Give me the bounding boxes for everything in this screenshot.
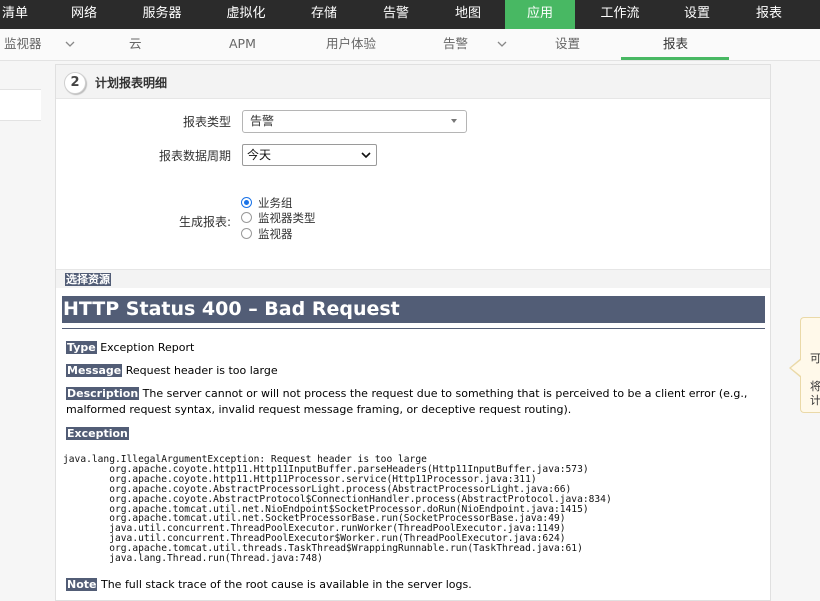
message-text: Request header is too large [125, 364, 278, 377]
tooltip-text-1: 可 [810, 352, 820, 365]
description-label: Description [66, 387, 140, 400]
help-tooltip[interactable]: 可 将 计 [789, 317, 820, 413]
radio-monitor-type[interactable]: 监视器类型 [241, 211, 316, 225]
exception-label: Exception [66, 427, 129, 440]
choose-resources-title: 选择资源 [65, 273, 111, 286]
dropdown-arrow-icon [451, 119, 457, 123]
tooltip-pointer-inner [791, 360, 801, 376]
subnav-item-alarms[interactable]: 告警 [443, 29, 468, 60]
chevron-down-icon[interactable] [495, 37, 509, 51]
radio-unchecked-icon[interactable] [241, 228, 252, 239]
nav-item-reports[interactable]: 报表 [743, 0, 795, 29]
step-number-badge: 2 [64, 72, 86, 94]
note-text: The full stack trace of the root cause i… [100, 578, 472, 591]
generate-report-label: 生成报表: [178, 215, 231, 229]
error-title: HTTP Status 400 – Bad Request [62, 296, 765, 323]
section-header: 2 计划报表明细 [56, 65, 770, 99]
tooltip-text-3: 计 [810, 394, 820, 407]
stack-trace: java.lang.IllegalArgumentException: Requ… [63, 454, 612, 565]
nav-item-virtualization[interactable]: 虚拟化 [216, 0, 276, 29]
nav-item-alarms[interactable]: 告警 [370, 0, 422, 29]
period-value: 今天 [247, 148, 272, 162]
report-type-label: 报表类型 [182, 115, 231, 129]
chevron-down-icon[interactable] [63, 37, 77, 51]
radio-monitor[interactable]: 监视器 [241, 227, 293, 241]
nav-item-settings[interactable]: 设置 [671, 0, 723, 29]
note-label: Note [66, 578, 98, 591]
error-type: Type Exception Report [66, 340, 756, 356]
error-note: Note The full stack trace of the root ca… [66, 577, 756, 593]
error-description: Description The server cannot or will no… [66, 386, 756, 418]
nav-item-inventory[interactable]: 清单 [0, 0, 36, 29]
subnav-item-settings[interactable]: 设置 [555, 29, 580, 60]
choose-resources-header: 选择资源 [56, 269, 770, 288]
error-exception: Exception [66, 426, 756, 442]
schedule-report-panel: 2 计划报表明细 报表类型 告警 报表数据周期 今天 生成报表: 业务组 监视器… [55, 64, 771, 601]
description-text: The server cannot or will not process th… [66, 387, 748, 416]
type-text: Exception Report [100, 341, 195, 354]
report-type-value: 告警 [250, 114, 275, 128]
radio-label: 业务组 [258, 196, 293, 210]
active-tab-indicator [621, 57, 729, 60]
report-type-select[interactable]: 告警 [242, 110, 467, 133]
radio-business-group[interactable]: 业务组 [241, 196, 293, 210]
error-message: Message Request header is too large [66, 363, 756, 379]
type-label: Type [66, 341, 97, 354]
period-label: 报表数据周期 [158, 149, 231, 163]
left-panel-item[interactable] [0, 89, 41, 121]
nav-item-apps[interactable]: 应用 [505, 0, 575, 29]
nav-item-servers[interactable]: 服务器 [132, 0, 192, 29]
nav-item-network[interactable]: 网络 [58, 0, 110, 29]
radio-label: 监视器类型 [258, 211, 316, 225]
subnav-item-reports[interactable]: 报表 [663, 29, 688, 60]
nav-item-storage[interactable]: 存储 [298, 0, 350, 29]
subnav-item-cloud[interactable]: 云 [129, 29, 142, 60]
subnav-item-monitors[interactable]: 监视器 [4, 29, 42, 60]
top-nav: 清单 网络 服务器 虚拟化 存储 告警 地图 应用 工作流 设置 报表 [0, 0, 820, 29]
radio-label: 监视器 [258, 227, 293, 241]
sub-nav: 监视器 云 APM 用户体验 告警 设置 报表 [0, 29, 820, 61]
nav-item-maps[interactable]: 地图 [442, 0, 494, 29]
nav-item-workflow[interactable]: 工作流 [590, 0, 650, 29]
radio-unchecked-icon[interactable] [241, 212, 252, 223]
section-title: 计划报表明细 [95, 76, 168, 90]
chevron-down-icon [361, 152, 371, 159]
subnav-item-apm[interactable]: APM [229, 29, 256, 60]
message-label: Message [66, 364, 123, 377]
radio-checked-icon[interactable] [241, 197, 252, 208]
subnav-item-user-experience[interactable]: 用户体验 [326, 29, 376, 60]
divider [62, 328, 765, 329]
period-select[interactable]: 今天 [242, 144, 377, 166]
